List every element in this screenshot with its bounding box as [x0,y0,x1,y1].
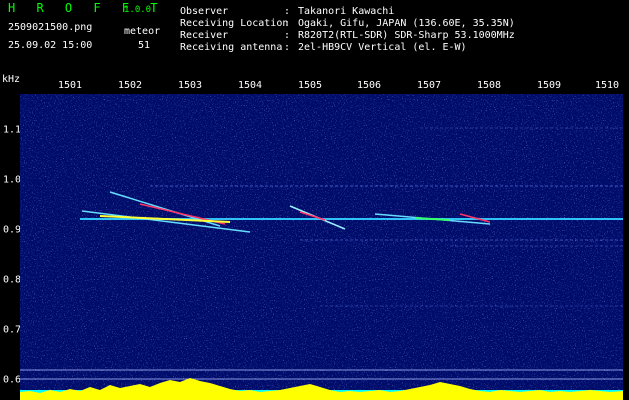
x-tick-label: 1509 [536,80,562,91]
receiver-colon: : [284,30,291,41]
antenna-value: 2el-HB9CV Vertical (el. E-W) [298,42,467,53]
x-tick-label: 1503 [177,80,203,91]
x-tick-label: 1508 [476,80,502,91]
observer-value: Takanori Kawachi [298,6,395,17]
datetime-label: 25.09.02 15:00 [8,40,93,51]
x-tick-label: 1507 [416,80,442,91]
y-tick-label: 1.1 [3,124,22,136]
location-colon: : [284,18,291,29]
y-tick-label: 0.6 [3,374,22,386]
version-label: 1.0.0 [124,5,152,15]
spectrogram-plot [20,94,623,400]
x-tick-label: 1506 [356,80,382,91]
location-value: Ogaki, Gifu, JAPAN (136.60E, 35.35N) [298,18,515,29]
y-tick-label: 0.7 [3,324,22,336]
antenna-label: Receiving antenna [180,42,283,53]
mode-label: meteor [124,26,161,37]
unit-label: kHz [2,74,21,85]
y-tick-label: 0.8 [3,274,22,286]
x-tick-label: 1504 [237,80,263,91]
antenna-colon: : [284,42,291,53]
x-tick-label: 1510 [594,80,620,91]
x-tick-label: 1501 [57,80,83,91]
x-tick-label: 1502 [117,80,143,91]
y-tick-label: 1.0 [3,174,22,186]
filename-label: 2509021500.png [8,22,93,33]
x-tick-label: 1505 [297,80,323,91]
observer-colon: : [284,6,291,17]
meteor-count: 51 [138,40,151,51]
y-tick-label: 0.9 [3,224,22,236]
observer-label: Observer [180,6,229,17]
receiver-value: R820T2(RTL-SDR) SDR-Sharp 53.1000MHz [298,30,515,41]
receiver-label: Receiver [180,30,229,41]
noise-texture [20,94,623,400]
location-label: Receiving Location [180,18,289,29]
